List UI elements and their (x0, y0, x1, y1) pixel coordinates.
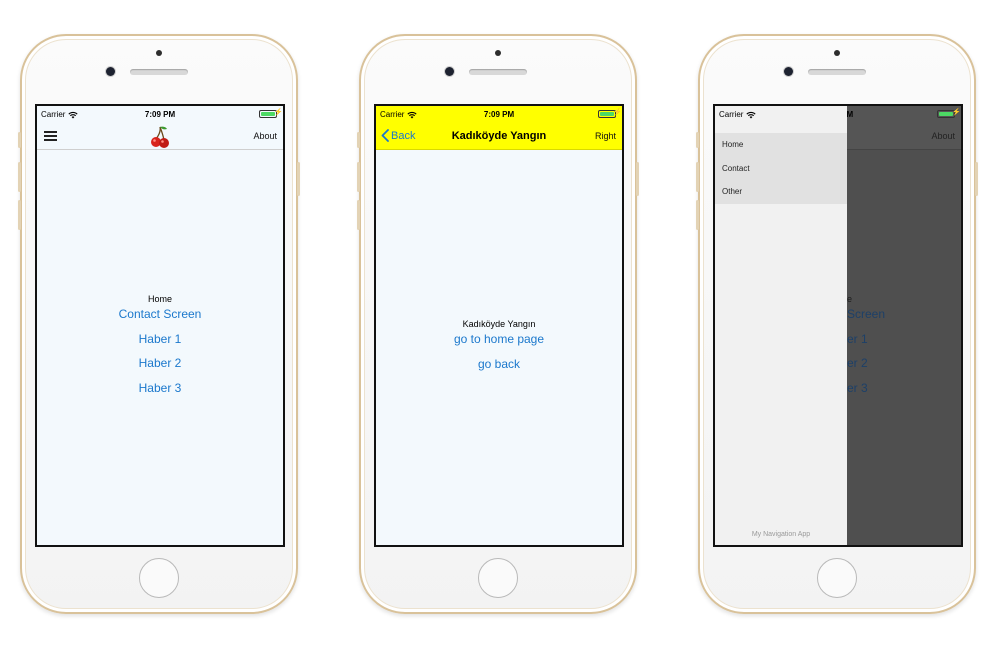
front-camera (784, 67, 793, 76)
volume-down-button (357, 200, 360, 230)
hamburger-menu-icon[interactable] (44, 131, 57, 141)
about-button[interactable]: About (931, 131, 955, 141)
dimmed-contact-link: Screen (847, 307, 886, 321)
power-button (975, 162, 978, 196)
screen: Carrier 7:09 PM ⚡ Back Kadıköyde Yangın … (374, 104, 624, 547)
nav-title: Kadıköyde Yangın (451, 130, 547, 142)
charging-icon: ⚡ (952, 109, 961, 116)
mute-switch (696, 132, 699, 148)
earpiece-speaker (469, 69, 527, 75)
phone-detail-screen: Carrier 7:09 PM ⚡ Back Kadıköyde Yangın … (357, 34, 639, 614)
mute-switch (357, 132, 360, 148)
drawer-footer: My Navigation App (751, 531, 811, 538)
earpiece-speaker (808, 69, 866, 75)
nav-bar: About (37, 124, 283, 150)
side-drawer: Carrier Home Contact Other My Navigation… (715, 106, 847, 545)
volume-up-button (696, 162, 699, 192)
earpiece-speaker (130, 69, 188, 75)
drawer-item-contact[interactable]: Contact (715, 157, 847, 181)
cherry-icon (151, 126, 169, 148)
drawer-item-home[interactable]: Home (715, 133, 847, 157)
screen-title: Kadıköyde Yangın (462, 319, 536, 329)
sensor-dot (156, 50, 162, 56)
carrier-label: Carrier (719, 110, 744, 119)
haber-1-link[interactable]: Haber 1 (37, 332, 283, 357)
home-button[interactable] (478, 558, 518, 598)
dimmed-haber-2-link: er 2 (847, 356, 868, 370)
power-button (636, 162, 639, 196)
screen: 7:09 PM ⚡ About e Screen er 1 er 2 er 3 … (713, 104, 963, 547)
sensor-dot (834, 50, 840, 56)
volume-down-button (18, 200, 21, 230)
dimmed-haber-1-link: er 1 (847, 331, 868, 346)
dimmed-home-content: e Screen er 1 er 2 er 3 (847, 293, 961, 405)
charging-icon: ⚡ (613, 109, 622, 116)
drawer-menu: Home Contact Other (715, 133, 847, 204)
haber-3-link[interactable]: Haber 3 (37, 381, 283, 406)
power-button (297, 162, 300, 196)
phone-drawer-screen: 7:09 PM ⚡ About e Screen er 1 er 2 er 3 … (696, 34, 978, 614)
sensor-dot (495, 50, 501, 56)
status-bar: Carrier 7:09 PM ⚡ (37, 106, 283, 124)
home-button[interactable] (817, 558, 857, 598)
drawer-item-other[interactable]: Other (715, 180, 847, 204)
wifi-icon (746, 111, 757, 118)
go-back-link[interactable]: go back (376, 357, 622, 382)
contact-screen-link[interactable]: Contact Screen (37, 307, 283, 332)
status-bar: Carrier 7:09 PM ⚡ (376, 106, 622, 124)
dimmed-screen-title: e (847, 294, 853, 304)
home-button[interactable] (139, 558, 179, 598)
screen: Carrier 7:09 PM ⚡ About Home Contact Scr… (35, 104, 285, 547)
status-time: 7:09 PM (144, 110, 176, 119)
home-content: Home Contact Screen Haber 1 Haber 2 Habe… (37, 293, 283, 405)
go-to-home-page-link[interactable]: go to home page (376, 332, 622, 357)
status-time: 7:09 PM (483, 110, 515, 119)
front-camera (106, 67, 115, 76)
right-button[interactable]: Right (595, 131, 616, 141)
volume-up-button (18, 162, 21, 192)
stage: Carrier 7:09 PM ⚡ About Home Contact Scr… (0, 0, 998, 647)
about-button[interactable]: About (253, 131, 277, 141)
dimmed-haber-3-link: er 3 (847, 380, 868, 395)
phone-home-screen: Carrier 7:09 PM ⚡ About Home Contact Scr… (18, 34, 300, 614)
volume-up-button (357, 162, 360, 192)
carrier: Carrier (719, 110, 757, 119)
detail-content: Kadıköyde Yangın go to home page go back (376, 318, 622, 381)
front-camera (445, 67, 454, 76)
haber-2-link[interactable]: Haber 2 (37, 356, 283, 381)
drawer-status-bar: Carrier (715, 106, 847, 124)
screen-title: Home (147, 294, 172, 304)
mute-switch (18, 132, 21, 148)
volume-down-button (696, 200, 699, 230)
charging-icon: ⚡ (274, 109, 283, 116)
nav-bar: Back Kadıköyde Yangın Right (376, 124, 622, 150)
